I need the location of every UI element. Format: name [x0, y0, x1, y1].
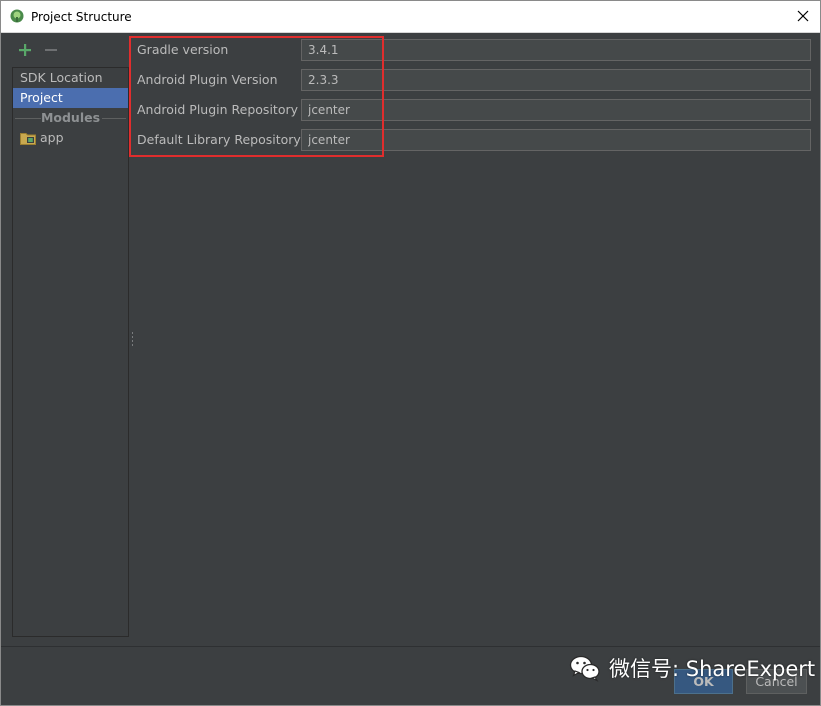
default-library-repository-row: Default Library Repository: [137, 129, 813, 151]
close-button[interactable]: [792, 5, 814, 27]
default-library-repository-field[interactable]: [301, 129, 811, 151]
gradle-version-field[interactable]: [301, 39, 811, 61]
add-icon[interactable]: [17, 42, 33, 58]
sidebar-item-sdk-location[interactable]: SDK Location: [13, 68, 128, 88]
sidebar-item-app[interactable]: app: [13, 128, 128, 148]
gradle-version-label: Gradle version: [137, 42, 229, 57]
close-icon: [797, 10, 809, 22]
splitter-handle[interactable]: [131, 332, 134, 346]
window-title: Project Structure: [31, 10, 132, 24]
android-plugin-repository-field[interactable]: [301, 99, 811, 121]
project-structure-dialog: Project Structure SDK Location Project M…: [0, 0, 821, 706]
module-label: app: [40, 130, 64, 145]
default-library-repository-label: Default Library Repository: [137, 132, 301, 147]
structure-sidebar: SDK Location Project Modules app: [12, 67, 129, 637]
android-studio-icon: [10, 9, 24, 23]
title-bar: Project Structure: [1, 1, 820, 33]
divider: [1, 646, 820, 647]
android-plugin-version-label: Android Plugin Version: [137, 72, 278, 87]
ok-button[interactable]: OK: [674, 669, 733, 694]
modules-group-header: Modules: [13, 108, 128, 128]
remove-icon[interactable]: [43, 42, 59, 58]
cancel-button[interactable]: Cancel: [746, 669, 807, 694]
gradle-version-row: Gradle version: [137, 39, 813, 61]
wechat-icon: [569, 655, 600, 682]
android-plugin-repository-row: Android Plugin Repository: [137, 99, 813, 121]
android-plugin-repository-label: Android Plugin Repository: [137, 102, 299, 117]
android-plugin-version-field[interactable]: [301, 69, 811, 91]
android-plugin-version-row: Android Plugin Version: [137, 69, 813, 91]
module-folder-icon: [20, 133, 36, 145]
sidebar-item-project[interactable]: Project: [13, 88, 128, 108]
divider: [102, 118, 126, 119]
